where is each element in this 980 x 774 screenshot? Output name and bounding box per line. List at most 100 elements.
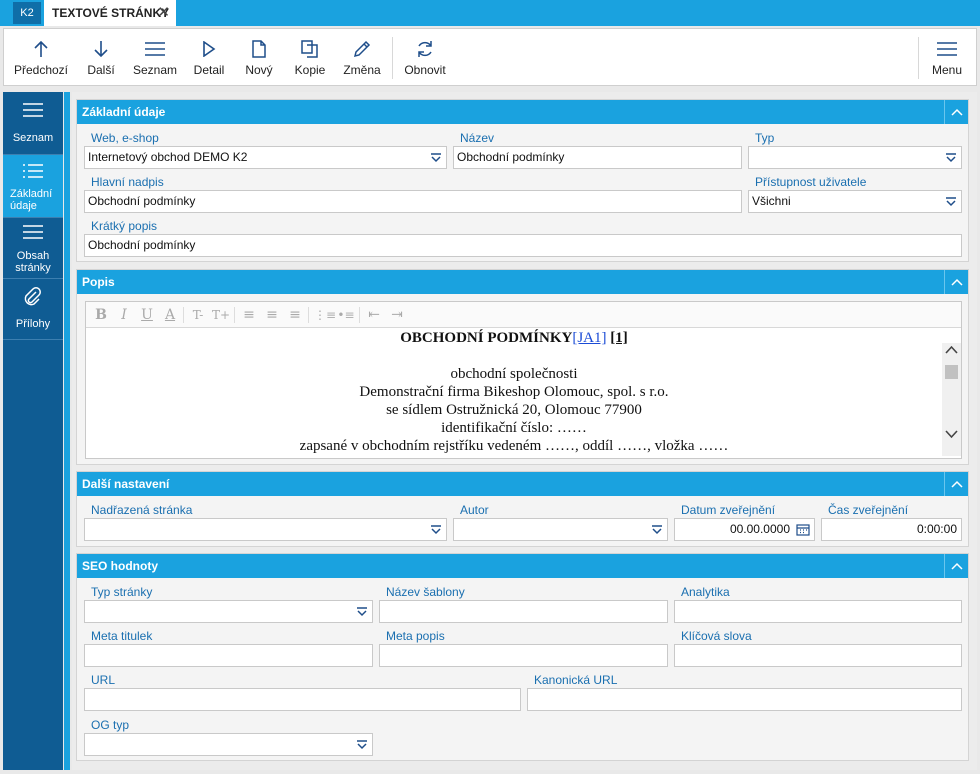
italic-icon[interactable]: I xyxy=(115,306,133,324)
publish-time-input[interactable]: 0:00:00 xyxy=(821,518,962,541)
section-header[interactable]: SEO hodnoty xyxy=(77,554,968,578)
document-heading: OBCHODNÍ PODMÍNKY[JA1] [1] xyxy=(86,330,942,347)
section-header[interactable]: Popis xyxy=(77,270,968,294)
sidebar: Seznam Základní údaje Obsah stránky Příl… xyxy=(3,92,63,770)
heading-input[interactable]: Obchodní podmínky xyxy=(84,190,742,213)
align-right-icon[interactable]: ≡ xyxy=(286,306,304,324)
change-button[interactable]: Změna xyxy=(338,29,386,85)
og-type-label: OG typ xyxy=(91,718,130,732)
meta-title-input[interactable] xyxy=(84,644,373,667)
sidebar-item-obsah-stranky[interactable]: Obsah stránky xyxy=(3,218,63,278)
meta-desc-input[interactable] xyxy=(379,644,668,667)
section-title: Základní údaje xyxy=(82,105,166,119)
template-name-input[interactable] xyxy=(379,600,668,623)
prev-button[interactable]: Předchozí xyxy=(10,29,72,85)
author-label: Autor xyxy=(460,503,489,517)
main-content: Základní údaje Web, e-shop Internetový o… xyxy=(72,92,977,770)
rich-text-editor[interactable]: B I U A T- T+ ≡ ≡ ≡ ⋮≡ •≡ ⇤ ⇥ OBCHODNÍ P… xyxy=(85,301,962,459)
underline-icon[interactable]: U xyxy=(138,306,156,324)
scroll-down-icon[interactable] xyxy=(942,427,961,441)
canonical-url-label: Kanonická URL xyxy=(534,673,618,687)
short-desc-label: Krátký popis xyxy=(91,219,158,233)
close-icon[interactable]: ✕ xyxy=(157,0,170,26)
sidebar-item-seznam[interactable]: Seznam xyxy=(3,92,63,154)
calendar-icon[interactable] xyxy=(796,523,810,536)
sidebar-item-zakladni-udaje[interactable]: Základní údaje xyxy=(3,155,63,217)
bullet-list-icon[interactable]: •≡ xyxy=(337,306,355,324)
collapse-icon[interactable] xyxy=(944,554,968,578)
bold-icon[interactable]: B xyxy=(92,306,110,324)
collapse-icon[interactable] xyxy=(944,100,968,124)
sidebar-item-label: Obsah stránky xyxy=(15,250,51,274)
new-document-icon xyxy=(238,39,280,59)
dropdown-icon xyxy=(652,525,662,535)
align-left-icon[interactable]: ≡ xyxy=(240,306,258,324)
refresh-icon xyxy=(398,39,452,59)
new-button[interactable]: Nový xyxy=(238,29,280,85)
author-select[interactable] xyxy=(453,518,668,541)
section-header[interactable]: Základní údaje xyxy=(77,100,968,124)
font-color-icon[interactable]: A xyxy=(161,306,179,324)
comment-link[interactable]: [JA1] xyxy=(572,330,606,346)
section-more-settings: Další nastavení Nadřazená stránka Autor … xyxy=(76,471,969,547)
publish-date-value: 00.00.0000 xyxy=(729,522,790,536)
scroll-up-icon[interactable] xyxy=(942,343,961,357)
keywords-input[interactable] xyxy=(674,644,962,667)
font-smaller-icon[interactable]: T- xyxy=(189,306,207,324)
editor-content[interactable]: OBCHODNÍ PODMÍNKY[JA1] [1] obchodní spol… xyxy=(86,329,942,457)
font-larger-icon[interactable]: T+ xyxy=(212,306,230,324)
detail-button[interactable]: Detail xyxy=(186,29,232,85)
type-select[interactable] xyxy=(748,146,962,169)
name-input[interactable]: Obchodní podmínky xyxy=(453,146,742,169)
section-title: Popis xyxy=(82,275,115,289)
og-type-select[interactable] xyxy=(84,733,373,756)
url-label: URL xyxy=(91,673,116,687)
editor-separator xyxy=(359,307,360,323)
parent-page-select[interactable] xyxy=(84,518,447,541)
sidebar-item-prilohy[interactable]: Přílohy xyxy=(3,279,63,339)
tab-label: TEXTOVÉ STRÁNKY xyxy=(52,6,170,20)
sidebar-item-label: Základní údaje xyxy=(10,188,53,212)
menu-button[interactable]: Menu xyxy=(922,29,972,85)
section-title: Další nastavení xyxy=(82,477,170,491)
refresh-button[interactable]: Obnovit xyxy=(398,29,452,85)
list-icon xyxy=(130,39,180,59)
scroll-thumb[interactable] xyxy=(945,365,958,379)
play-icon xyxy=(186,39,232,59)
collapse-icon[interactable] xyxy=(944,472,968,496)
canonical-url-input[interactable] xyxy=(527,688,962,711)
analytics-input[interactable] xyxy=(674,600,962,623)
indent-icon[interactable]: ⇥ xyxy=(388,306,406,324)
menu-label: Menu xyxy=(931,63,963,77)
editor-scrollbar[interactable] xyxy=(942,343,961,456)
parent-page-label: Nadřazená stránka xyxy=(91,503,193,517)
short-desc-input[interactable]: Obchodní podmínky xyxy=(84,234,962,257)
collapse-icon[interactable] xyxy=(944,270,968,294)
url-input[interactable] xyxy=(84,688,521,711)
numbered-list-icon[interactable]: ⋮≡ xyxy=(314,306,336,324)
next-button[interactable]: Další xyxy=(76,29,126,85)
arrow-down-icon xyxy=(76,39,126,59)
footnote-ref[interactable]: [1] xyxy=(610,330,628,346)
sidebar-accent-bar xyxy=(64,92,70,770)
paperclip-icon xyxy=(3,287,63,307)
web-select[interactable]: Internetový obchod DEMO K2 xyxy=(84,146,447,169)
outdent-icon[interactable]: ⇤ xyxy=(365,306,383,324)
tab-k2[interactable]: K2 xyxy=(13,2,41,24)
access-label: Přístupnost uživatele xyxy=(755,175,867,189)
dropdown-icon xyxy=(357,740,367,750)
tab-textove-stranky[interactable]: TEXTOVÉ STRÁNKY ✕ xyxy=(44,0,176,26)
web-label: Web, e-shop xyxy=(91,131,159,145)
publish-date-input[interactable]: 00.00.0000 xyxy=(674,518,815,541)
align-center-icon[interactable]: ≡ xyxy=(263,306,281,324)
access-value: Všichni xyxy=(752,194,791,208)
section-header[interactable]: Další nastavení xyxy=(77,472,968,496)
page-type-select[interactable] xyxy=(84,600,373,623)
text-line: Demonstrační firma Bikeshop Olomouc, spo… xyxy=(359,384,669,400)
access-select[interactable]: Všichni xyxy=(748,190,962,213)
template-name-label: Název šablony xyxy=(386,585,465,599)
list-button[interactable]: Seznam xyxy=(130,29,180,85)
copy-button[interactable]: Kopie xyxy=(288,29,332,85)
pencil-icon xyxy=(338,39,386,59)
heading-label: Hlavní nadpis xyxy=(91,175,164,189)
